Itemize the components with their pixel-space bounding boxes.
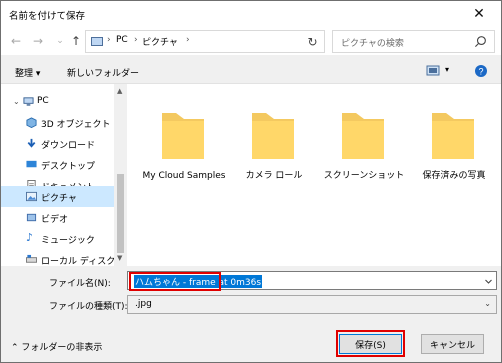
- chevron-down-icon[interactable]: [484, 277, 493, 286]
- folder-label: My Cloud Samples: [142, 171, 226, 181]
- sidebar-item-label: デスクトップ: [41, 162, 96, 172]
- sidebar-item-label: ダウンロード: [41, 141, 96, 151]
- folder-item[interactable]: My Cloud Samples: [139, 84, 229, 204]
- sidebar-item-downloads[interactable]: ダウンロード: [1, 133, 117, 154]
- back-button[interactable]: ←: [7, 32, 25, 50]
- disk-icon: [26, 254, 37, 263]
- command-bar: 整理 ▾ 新しいフォルダー ▾ ?: [1, 58, 501, 83]
- scroll-down-icon[interactable]: ▼: [117, 254, 122, 262]
- hide-folders-button[interactable]: ⌃ フォルダーの非表示: [11, 340, 102, 353]
- sidebar-item-label: ビデオ: [41, 215, 69, 225]
- breadcrumb-separator-icon: ›: [134, 35, 138, 45]
- save-as-dialog: 名前を付けて保存 ✕ ← → ⌄ ↑ › PC › ピクチャ › ↻ ピクチャの…: [0, 0, 502, 363]
- navigation-pane: ⌄ PC 3D オブジェクト ダウンロード デスクトップ ドキュメント: [1, 84, 127, 266]
- folder-label: カメラ ロール: [245, 171, 303, 181]
- sidebar-item-music[interactable]: ♪ ミュージック: [1, 228, 117, 249]
- pc-icon: [91, 37, 103, 46]
- sidebar-item-pc[interactable]: ⌄ PC: [1, 91, 117, 112]
- search-input[interactable]: ピクチャの検索: [332, 30, 495, 53]
- search-placeholder: ピクチャの検索: [341, 39, 404, 49]
- filename-highlight-frame: [129, 272, 221, 291]
- chevron-down-icon: ⌄: [484, 299, 491, 308]
- save-highlight-frame: [336, 330, 405, 357]
- help-icon[interactable]: ?: [474, 64, 488, 78]
- address-bar[interactable]: › PC › ピクチャ ›: [85, 30, 377, 53]
- breadcrumb-separator-icon: ›: [186, 35, 190, 45]
- folder-icon: [162, 113, 204, 159]
- hide-folders-label: フォルダーの非表示: [21, 343, 103, 353]
- up-button[interactable]: ↑: [67, 32, 85, 50]
- pc-icon: [23, 97, 34, 106]
- view-controls: ▾ ?: [426, 63, 496, 81]
- filename-label: ファイル名(N):: [49, 279, 111, 289]
- folder-item[interactable]: 保存済みの写真: [409, 84, 499, 204]
- folder-label: 保存済みの写真: [422, 171, 486, 181]
- file-list: My Cloud Samples カメラ ロール スクリーンショット 保存済みの…: [127, 84, 501, 266]
- close-button[interactable]: ✕: [461, 1, 497, 27]
- sidebar-item-label: PC: [37, 96, 49, 106]
- organize-label: 整理: [15, 69, 34, 79]
- sidebar-item-desktop[interactable]: デスクトップ: [1, 154, 117, 175]
- sidebar-item-pictures[interactable]: ピクチャ: [1, 186, 117, 207]
- refresh-button[interactable]: ↻: [300, 30, 325, 53]
- organize-button[interactable]: 整理 ▾: [15, 66, 40, 79]
- filetype-select[interactable]: .jpg ⌄: [127, 295, 497, 314]
- filetype-value: .jpg: [135, 299, 152, 309]
- dialog-title: 名前を付けて保存: [9, 11, 86, 22]
- folder-item[interactable]: スクリーンショット: [319, 84, 409, 204]
- save-fields: ファイル名(N): ハムちゃん - frame at 0m36s ファイルの種類…: [1, 266, 501, 314]
- forward-button[interactable]: →: [29, 32, 47, 50]
- svg-text:?: ?: [478, 67, 483, 77]
- video-icon: [26, 213, 37, 222]
- breadcrumb-pc[interactable]: PC: [116, 35, 128, 45]
- folder-icon: [432, 113, 474, 159]
- chevron-up-icon: ⌃: [11, 343, 19, 353]
- dialog-footer: ⌃ フォルダーの非表示 保存(S) キャンセル: [1, 316, 501, 363]
- scrollbar-thumb[interactable]: [117, 174, 124, 253]
- cancel-button[interactable]: キャンセル: [421, 334, 484, 354]
- sidebar-item-videos[interactable]: ビデオ: [1, 207, 117, 228]
- sidebar-item-3d-objects[interactable]: 3D オブジェクト: [1, 112, 117, 133]
- scroll-up-icon[interactable]: ▲: [117, 87, 122, 95]
- navigation-scrollbar[interactable]: ▲ ▼: [114, 84, 127, 266]
- expand-chevron-icon[interactable]: ⌄: [13, 97, 20, 106]
- sidebar-item-label: 3D オブジェクト: [41, 120, 111, 130]
- new-folder-button[interactable]: 新しいフォルダー: [67, 66, 139, 79]
- folder-icon: [252, 113, 294, 159]
- sidebar-item-label: ピクチャ: [41, 194, 77, 204]
- browser-content: ⌄ PC 3D オブジェクト ダウンロード デスクトップ ドキュメント: [1, 83, 501, 266]
- breadcrumb-pictures[interactable]: ピクチャ: [142, 35, 178, 48]
- desktop-icon: [26, 160, 37, 168]
- music-icon: ♪: [26, 231, 34, 244]
- view-options-icon[interactable]: [426, 65, 440, 77]
- cube-icon: [26, 117, 37, 128]
- picture-icon: [26, 191, 37, 202]
- folder-label: スクリーンショット: [323, 171, 405, 181]
- folder-item[interactable]: カメラ ロール: [229, 84, 319, 204]
- filetype-label: ファイルの種類(T):: [49, 302, 128, 312]
- search-icon: [474, 36, 486, 48]
- sidebar-item-label: ミュージック: [41, 236, 95, 246]
- title-bar: 名前を付けて保存 ✕: [1, 1, 501, 27]
- breadcrumb-separator-icon: ›: [107, 35, 111, 45]
- folder-icon: [342, 113, 384, 159]
- download-icon: [27, 138, 36, 148]
- view-dropdown-chevron-icon[interactable]: ▾: [445, 65, 449, 74]
- sidebar-item-local-disk[interactable]: ローカル ディスク (C: [1, 249, 127, 266]
